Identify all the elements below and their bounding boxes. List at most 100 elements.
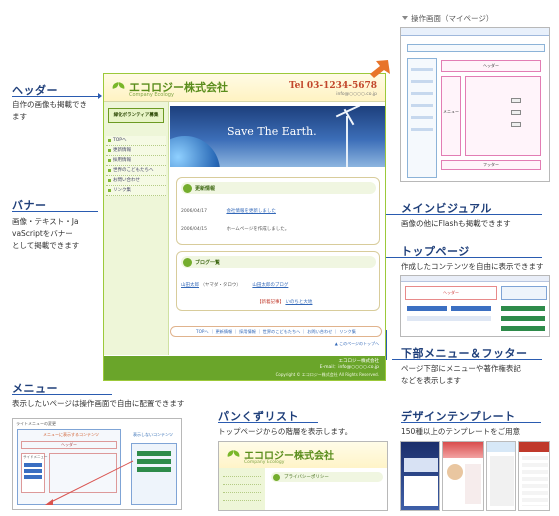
blog-title: ブログ一覧 (195, 259, 221, 266)
admin-button[interactable] (511, 122, 521, 127)
connector-top-page (386, 257, 392, 258)
wind-turbine-image (346, 116, 348, 167)
breadcrumb-thumb-line (223, 480, 261, 485)
main-visual-annotation-line (392, 214, 542, 215)
banner-annotation-line (12, 211, 98, 212)
mock-menu-item[interactable]: 世界のこどもたちへ (106, 166, 166, 176)
breadcrumb-annotation-line (218, 422, 318, 423)
drag-arrow-icon (45, 460, 134, 505)
menu-thumb-header: ヘッダー (21, 441, 117, 449)
header-desc-line-2: ます (12, 112, 27, 121)
news-title: 更新情報 (195, 185, 216, 192)
top-thumb-item (501, 326, 545, 331)
top-thumb-item (501, 306, 545, 311)
design-template-annotation-desc: 150種以上のテンプレートをご用意 (401, 427, 521, 436)
mock-header: エコロジー株式会社 Company Ecology Tel 03-1234-56… (104, 74, 385, 102)
connector-footer (386, 330, 387, 360)
submenu-footer-annotation-line (392, 359, 542, 360)
connector-visual (386, 214, 392, 215)
mock-menu: TOPへ 更新情報 採用情報 世界のこどもたちへ お問い合わせ リンク集 (106, 136, 166, 196)
design-template-annotation-line (401, 422, 541, 423)
template-thumbnail[interactable] (442, 441, 484, 511)
footer-copyright: Copyright © エコロジー株式会社 All Rights Reserve… (275, 372, 379, 377)
breadcrumb-thumb-bar: ブライバシーポリシー (271, 472, 383, 482)
banner-annotation-desc: 画像・テキスト・Ja vaScriptをバナー として掲載できます (12, 216, 79, 252)
admin-button[interactable] (511, 110, 521, 115)
admin-thumb-menu-area: メニュー (441, 76, 461, 156)
template-block (522, 456, 548, 506)
leaf-icon (112, 81, 126, 93)
news-text: ホームページを作成しました。 (226, 227, 290, 232)
breadcrumb-thumb-line (223, 472, 261, 477)
template-thumbnail[interactable] (400, 441, 440, 511)
banner-desc-line-3: として掲載できます (12, 241, 80, 250)
news-heading: 更新情報 (181, 182, 376, 194)
news-date: 2006/04/17 (181, 209, 207, 214)
menu-thumb-item[interactable] (137, 467, 171, 472)
site-mockup: エコロジー株式会社 Company Ecology Tel 03-1234-56… (103, 73, 386, 381)
blog-new-link[interactable]: いのちと大地 (285, 300, 312, 305)
heading-dot-icon (273, 473, 280, 481)
template-thumbnail[interactable] (486, 441, 516, 511)
blog-new-label: 【新着記事】 (257, 300, 284, 305)
blog-author-link[interactable]: 山田太郎 (181, 283, 199, 288)
top-thumb-item (451, 306, 491, 311)
main-visual-text: Save The Earth. (227, 125, 317, 138)
top-thumb-item (407, 316, 491, 321)
mock-menu-item[interactable]: 更新情報 (106, 146, 166, 156)
template-block (519, 442, 549, 452)
template-block (404, 476, 438, 506)
breadcrumb-thumb-crumb[interactable]: ブライバシーポリシー (284, 474, 329, 480)
mock-menu-item[interactable]: 採用情報 (106, 156, 166, 166)
breadcrumb-thumb-company-en: Company Ecology (244, 460, 285, 465)
menu-thumb-item[interactable] (24, 469, 42, 473)
mock-menu-item[interactable]: お問い合わせ (106, 176, 166, 186)
submenu-footer-annotation-desc: ページ下部にメニューや著作権表記 などを表示します (401, 363, 521, 387)
menu-thumb-item[interactable] (137, 451, 171, 456)
template-block (465, 464, 481, 504)
admin-button[interactable] (511, 98, 521, 103)
admin-bar (411, 80, 433, 83)
news-row: 2006/04/15 ホームページを作成しました。 (181, 226, 376, 232)
menu-thumb-caption: ライトメニューの変更 (16, 421, 56, 426)
menu-thumbnail: ライトメニューの変更 メニューに表示するコンテンツ 表示しないコンテンツ ヘッダ… (12, 418, 182, 510)
mock-footer: エコロジー株式会社 E-mail：info@○○○○.co.jp Copyrig… (104, 356, 385, 380)
menu-thumb-blue-label: 表示しないコンテンツ (133, 432, 173, 437)
admin-thumb-topbar (401, 28, 549, 36)
mock-menu-item[interactable]: リンク集 (106, 186, 166, 196)
admin-thumb-footer-area: フッター (441, 160, 541, 170)
mock-sub-menu[interactable]: TOPへ ｜ 更新情報 ｜ 採用情報 ｜ 世界のこどもたちへ ｜ お問い合わせ … (170, 326, 382, 337)
top-thumb-box (501, 286, 547, 300)
admin-screen-thumbnail: ヘッダー メニュー フッター (400, 27, 550, 182)
header-annotation-arrow (98, 93, 102, 99)
menu-thumb-item[interactable] (137, 459, 171, 464)
admin-bar (411, 116, 433, 119)
mock-banner[interactable]: 緑化ボランティア募集 (108, 108, 164, 123)
mock-menu-item[interactable]: TOPへ (106, 136, 166, 146)
menu-annotation-desc: 表示したいページは操作画面で自由に配置できます (12, 399, 185, 408)
template-thumbnail[interactable] (518, 441, 550, 511)
mock-tel: Tel 03-1234-5678 (288, 81, 377, 91)
mock-sidebar: 緑化ボランティア募集 TOPへ 更新情報 採用情報 世界のこどもたちへ お問い合… (104, 102, 169, 355)
blog-heading: ブログ一覧 (181, 256, 376, 268)
menu-thumb-item[interactable] (24, 475, 42, 479)
news-link[interactable]: 会社情報を更新しました (226, 209, 276, 214)
top-thumb-item (407, 306, 447, 311)
breadcrumb-thumb-line (223, 488, 261, 493)
menu-thumb-red-label: メニューに表示するコンテンツ (43, 432, 99, 437)
blog-entry-link[interactable]: 山田太郎のブログ (252, 283, 288, 288)
admin-thumb-toolbar (407, 44, 545, 52)
footer-email: E-mail：info@○○○○.co.jp (319, 365, 379, 370)
menu-thumb-item[interactable] (24, 463, 42, 467)
top-page-annotation-line (392, 257, 542, 258)
template-block (443, 442, 483, 458)
design-templates-collage (400, 441, 550, 511)
top-thumb-header: ヘッダー (405, 286, 497, 300)
pointer-arrow-icon (370, 60, 390, 78)
menu-annotation-line (12, 394, 112, 395)
blog-more: 【新着記事】 いのちと大地 (257, 299, 312, 305)
header-annotation-line (12, 96, 98, 97)
page-top-link[interactable]: ▲ このページのトップへ (335, 341, 379, 347)
blog-row: 山田太郎 （ヤマダ・タロウ） 山田太郎のブログ (181, 282, 376, 288)
submenu-footer-desc-line-1: ページ下部にメニューや著作権表記 (401, 364, 521, 373)
